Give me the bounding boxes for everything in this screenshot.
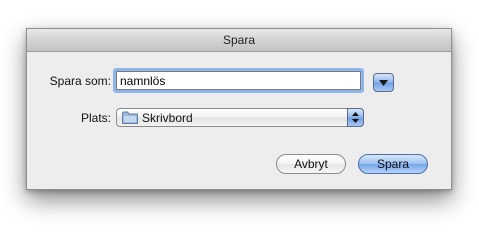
expand-dialog-button[interactable]	[373, 73, 394, 92]
save-as-label: Spara som:	[49, 73, 111, 88]
location-popup[interactable]: Skrivbord	[116, 108, 364, 127]
popup-arrows[interactable]	[347, 108, 364, 127]
location-value: Skrivbord	[142, 110, 193, 125]
dialog-title: Spara	[27, 29, 451, 52]
location-row: Plats: Skrivbord	[27, 108, 364, 127]
file-name-input[interactable]	[116, 71, 361, 90]
folder-icon	[122, 111, 138, 124]
up-down-arrows-icon	[352, 112, 359, 123]
cancel-button[interactable]: Avbryt	[276, 154, 346, 174]
disclosure-triangle-icon	[379, 79, 388, 86]
save-dialog: Spara Spara som: Plats: Skrivbord Avbryt…	[26, 28, 452, 190]
save-as-row: Spara som:	[27, 71, 361, 90]
save-button[interactable]: Spara	[358, 154, 428, 174]
location-label: Plats:	[80, 110, 111, 125]
